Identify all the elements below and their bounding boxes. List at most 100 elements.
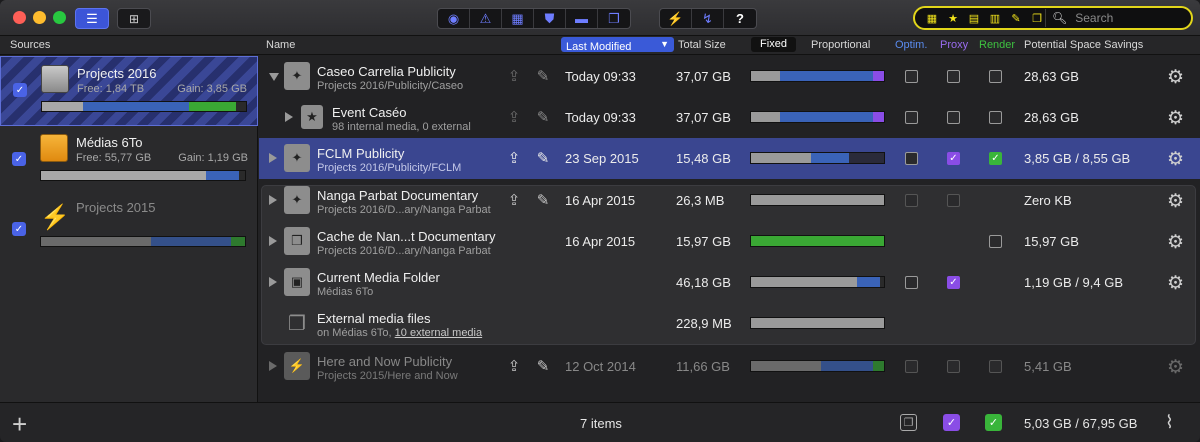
row-savings: 28,63 GB (1024, 110, 1079, 125)
pencil-filter-icon[interactable]: ✎ (1007, 11, 1025, 25)
proxy-total-icon[interactable]: ✓ (943, 414, 960, 431)
optim-checkbox[interactable] (905, 194, 918, 207)
gear-icon[interactable]: ⚙ (1167, 190, 1184, 213)
library-tool-button[interactable]: ◉ (438, 9, 470, 28)
last-modified-column-header[interactable]: Last Modified ▼ (561, 37, 674, 53)
render-checkbox[interactable]: ✓ (989, 152, 1002, 165)
row-name: Cache de Nan...t Documentary (317, 229, 496, 244)
grid-filter-icon[interactable]: ▦ (923, 11, 941, 25)
shield-tool-button[interactable]: ⛊ (534, 9, 566, 28)
gear-icon[interactable]: ⚙ (1167, 272, 1184, 295)
savings-column-header[interactable]: Potential Space Savings (1024, 39, 1143, 51)
proxy-column-header[interactable]: Proxy (940, 39, 968, 51)
optim-checkbox[interactable] (905, 276, 918, 289)
clapper-filter-icon[interactable]: ▤ (965, 11, 983, 25)
total-size-column-header[interactable]: Total Size (678, 39, 726, 51)
library-view-button[interactable]: ☰ (75, 8, 109, 29)
share-icon[interactable]: ⇪ (505, 149, 523, 167)
help-button[interactable]: ? (724, 9, 756, 28)
grid-tool-button[interactable]: ▦ (502, 9, 534, 28)
source-checkbox[interactable]: ✓ (13, 83, 27, 97)
warning-tool-button[interactable]: ⚠ (470, 9, 502, 28)
optim-checkbox[interactable] (905, 70, 918, 83)
share-icon[interactable]: ⇪ (505, 67, 523, 85)
unplug-tool-button[interactable]: ↯ (692, 9, 724, 28)
optim-column-header[interactable]: Optim. (895, 39, 927, 51)
row-path: Projects 2015/Here and Now (317, 370, 458, 382)
row-path: 98 internal media, 0 external (332, 121, 471, 133)
source-item-projects-2015[interactable]: ✓ ⚡ Projects 2015 (0, 196, 258, 266)
share-icon[interactable]: ⇪ (505, 108, 523, 126)
table-row[interactable]: ❒ Cache de Nan...t Documentary Projects … (259, 221, 1200, 262)
render-checkbox[interactable] (989, 360, 1002, 373)
source-item-projects-2016[interactable]: ✓ Projects 2016 Free: 1,84 TB Gain: 3,85… (0, 56, 258, 126)
folder-tool-button[interactable]: ▬ (566, 9, 598, 28)
proxy-checkbox[interactable]: ✓ (947, 276, 960, 289)
disclosure-triangle-closed[interactable] (269, 277, 277, 287)
gear-icon[interactable]: ⚙ (1167, 148, 1184, 171)
proxy-checkbox[interactable] (947, 194, 960, 207)
optim-checkbox[interactable] (905, 111, 918, 124)
gear-icon[interactable]: ⚙ (1167, 356, 1184, 379)
table-row-offline[interactable]: ⚡ Here and Now Publicity Projects 2015/H… (259, 346, 1200, 387)
table-row-selected[interactable]: ✦ FCLM Publicity Projects 2016/Publicity… (259, 138, 1200, 179)
gear-icon[interactable]: ⚙ (1167, 66, 1184, 89)
fixed-scale-button[interactable]: Fixed (751, 37, 796, 52)
table-row[interactable]: ✦ Nanga Parbat Documentary Projects 2016… (259, 180, 1200, 221)
source-checkbox[interactable]: ✓ (12, 152, 26, 166)
last-modified-label: Last Modified (566, 41, 632, 53)
zoom-window-button[interactable] (53, 11, 66, 24)
shield-icon: ⛊ (544, 10, 555, 26)
table-row[interactable]: ✦ Caseo Carrelia Publicity Projects 2016… (259, 56, 1200, 97)
table-row[interactable]: ▣ Current Media Folder Médias 6To 46,18 … (259, 262, 1200, 303)
proxy-checkbox[interactable] (947, 70, 960, 83)
render-total-icon[interactable]: ✓ (985, 414, 1002, 431)
render-checkbox[interactable] (989, 111, 1002, 124)
proxy-checkbox[interactable] (947, 111, 960, 124)
proxy-checkbox[interactable]: ✓ (947, 152, 960, 165)
close-window-button[interactable] (13, 11, 26, 24)
source-usage-bar (40, 236, 246, 247)
disclosure-triangle-closed[interactable] (269, 361, 277, 371)
external-media-link[interactable]: 10 external media (395, 327, 482, 339)
disclosure-triangle-open[interactable] (269, 73, 279, 81)
proxy-checkbox[interactable] (947, 360, 960, 373)
table-row[interactable]: ❐ External media files on Médias 6To, 10… (259, 303, 1200, 344)
plug-tool-button[interactable]: ⚡ (660, 9, 692, 28)
share-icon[interactable]: ⇪ (505, 191, 523, 209)
name-column-header[interactable]: Name (266, 39, 295, 51)
edit-icon[interactable]: ✎ (534, 191, 552, 209)
minimize-window-button[interactable] (33, 11, 46, 24)
render-column-header[interactable]: Render (979, 39, 1015, 51)
optim-total-icon[interactable]: ❐ (900, 414, 917, 431)
disclosure-triangle-closed[interactable] (269, 153, 277, 163)
gear-icon[interactable]: ⚙ (1167, 231, 1184, 254)
edit-icon[interactable]: ✎ (534, 67, 552, 85)
share-icon[interactable]: ⇪ (505, 357, 523, 375)
add-library-button[interactable]: ⊞ (117, 8, 151, 29)
proportional-scale-button[interactable]: Proportional (811, 39, 870, 51)
search-icon: 🔍︎ (1052, 11, 1068, 25)
edit-icon[interactable]: ✎ (534, 108, 552, 126)
render-checkbox[interactable] (989, 235, 1002, 248)
edit-icon[interactable]: ✎ (534, 149, 552, 167)
add-source-button[interactable]: + (12, 409, 27, 440)
optim-checkbox[interactable] (905, 360, 918, 373)
table-row[interactable]: ★ Event Caséo 98 internal media, 0 exter… (259, 97, 1200, 138)
source-checkbox[interactable]: ✓ (12, 222, 26, 236)
gear-icon[interactable]: ⚙ (1167, 107, 1184, 130)
copy-filter-icon[interactable]: ❐ (1028, 11, 1046, 25)
broom-icon[interactable]: ⌇ (1165, 412, 1174, 433)
disclosure-triangle-closed[interactable] (269, 236, 277, 246)
star-filter-icon[interactable]: ★ (944, 11, 962, 25)
film-filter-icon[interactable]: ▥ (986, 11, 1004, 25)
disclosure-triangle-closed[interactable] (285, 112, 293, 122)
source-item-medias-6to[interactable]: ✓ Médias 6To Free: 55,77 GB Gain: 1,19 G… (0, 126, 258, 196)
external-drive-icon (40, 134, 68, 162)
disclosure-triangle-closed[interactable] (269, 195, 277, 205)
copy-tool-button[interactable]: ❐ (598, 9, 630, 28)
render-checkbox[interactable] (989, 70, 1002, 83)
edit-icon[interactable]: ✎ (534, 357, 552, 375)
search-input[interactable] (1075, 11, 1186, 25)
optim-checkbox[interactable] (905, 152, 918, 165)
